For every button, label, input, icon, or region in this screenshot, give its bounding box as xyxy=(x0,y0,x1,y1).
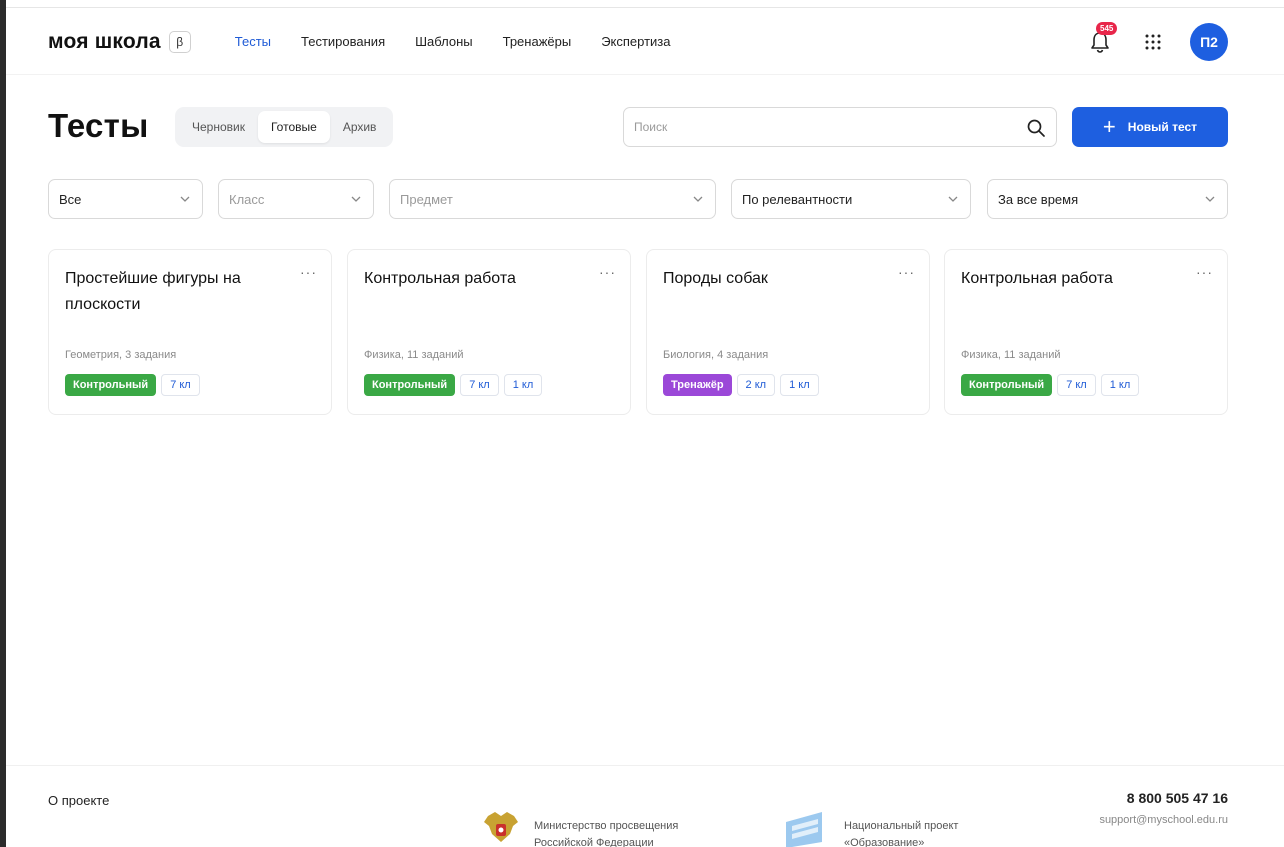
apps-grid-icon xyxy=(1145,34,1161,50)
test-card[interactable]: Простейшие фигуры на плоскости ··· Геоме… xyxy=(48,249,332,415)
ministry-line-2: Российской Федерации xyxy=(534,837,654,847)
card-tags: Тренажёр 2 кл 1 кл xyxy=(663,374,819,396)
national-project-line-1: Национальный проект xyxy=(844,820,959,832)
filters-row: Все Класс Предмет По релевантности За вс… xyxy=(48,179,1228,219)
logo[interactable]: моя школа β xyxy=(48,30,191,54)
type-tag: Контрольный xyxy=(65,374,157,396)
support-email[interactable]: support@myschool.edu.ru xyxy=(1099,814,1228,826)
coat-of-arms-icon xyxy=(484,812,518,842)
type-tag: Тренажёр xyxy=(663,374,732,396)
notifications-count-badge: 545 xyxy=(1096,22,1118,35)
logo-text: моя школа xyxy=(48,29,161,53)
national-project-line-2: «Образование» xyxy=(844,837,925,847)
user-avatar[interactable]: П2 xyxy=(1190,23,1228,61)
filter-sort-select[interactable]: По релевантности xyxy=(731,179,971,219)
beta-badge: β xyxy=(168,30,191,53)
card-tags: Контрольный 7 кл xyxy=(65,374,200,396)
nav-item-templates[interactable]: Шаблоны xyxy=(415,34,473,49)
card-title: Контрольная работа xyxy=(364,270,516,287)
filter-subject-select[interactable]: Предмет xyxy=(389,179,716,219)
test-card[interactable]: Контрольная работа ··· Физика, 11 задани… xyxy=(944,249,1228,415)
filter-period-select[interactable]: За все время xyxy=(987,179,1228,219)
app-root: моя школа β Тесты Тестирования Шаблоны Т… xyxy=(6,9,1284,847)
ministry-partner[interactable]: Министерство просвещения Российской Феде… xyxy=(480,808,678,847)
nav-item-testings[interactable]: Тестирования xyxy=(301,34,385,49)
filter-period-value: За все время xyxy=(998,191,1079,207)
more-options-icon[interactable]: ··· xyxy=(300,264,317,280)
grade-tag: 7 кл xyxy=(460,374,499,396)
new-test-label: Новый тест xyxy=(1127,120,1198,134)
grade-tag: 1 кл xyxy=(1100,374,1140,396)
nav-item-expertise[interactable]: Экспертиза xyxy=(601,34,670,49)
filter-scope-value: Все xyxy=(59,191,82,207)
card-tags: Контрольный 7 кл 1 кл xyxy=(961,374,1140,396)
ministry-line-1: Министерство просвещения xyxy=(534,820,679,832)
page-title: Тесты xyxy=(48,107,149,144)
nav-item-trainers[interactable]: Тренажёры xyxy=(503,34,572,49)
national-project-logo-icon xyxy=(786,812,822,847)
grade-tag: 1 кл xyxy=(503,374,543,396)
search-box xyxy=(623,107,1057,147)
search-icon[interactable] xyxy=(1026,118,1046,138)
chevron-down-icon xyxy=(693,196,703,202)
card-tags: Контрольный 7 кл 1 кл xyxy=(364,374,543,396)
card-title: Контрольная работа xyxy=(961,270,1113,287)
chevron-down-icon xyxy=(948,196,958,202)
more-options-icon[interactable]: ··· xyxy=(898,264,915,280)
type-tag: Контрольный xyxy=(961,374,1053,396)
new-test-button[interactable]: + Новый тест xyxy=(1072,107,1228,147)
test-card[interactable]: Контрольная работа ··· Физика, 11 задани… xyxy=(347,249,631,415)
chevron-down-icon xyxy=(351,196,361,202)
more-options-icon[interactable]: ··· xyxy=(599,264,616,280)
tab-archive[interactable]: Архив xyxy=(330,111,390,143)
top-header: моя школа β Тесты Тестирования Шаблоны Т… xyxy=(6,9,1284,75)
nav-item-tests[interactable]: Тесты xyxy=(235,34,271,49)
status-tabs: Черновик Готовые Архив xyxy=(175,107,394,147)
national-project-partner[interactable]: Национальный проект «Образование» xyxy=(778,808,958,847)
plus-icon: + xyxy=(1102,114,1116,139)
filter-sort-value: По релевантности xyxy=(742,191,853,207)
grade-tag: 7 кл xyxy=(1057,374,1096,396)
grade-tag: 2 кл xyxy=(736,374,776,396)
card-title: Простейшие фигуры на плоскости xyxy=(65,270,241,313)
window-frame-top xyxy=(6,0,1284,8)
card-meta: Физика, 11 заданий xyxy=(364,349,464,361)
grade-tag: 1 кл xyxy=(780,374,819,396)
notifications-button[interactable]: 545 xyxy=(1086,22,1118,56)
about-link[interactable]: О проекте xyxy=(48,793,109,808)
filter-grade-select[interactable]: Класс xyxy=(218,179,374,219)
title-row: Тесты Черновик Готовые Архив + Новый тес… xyxy=(48,105,1228,149)
card-meta: Биология, 4 задания xyxy=(663,349,769,361)
chevron-down-icon xyxy=(1205,196,1215,202)
filter-subject-placeholder: Предмет xyxy=(400,191,453,207)
test-cards-grid: Простейшие фигуры на плоскости ··· Геоме… xyxy=(48,249,1228,415)
filter-grade-placeholder: Класс xyxy=(229,191,265,207)
header-actions: 545 П2 xyxy=(1086,9,1228,75)
card-title: Породы собак xyxy=(663,270,768,287)
support-phone[interactable]: 8 800 505 47 16 xyxy=(1127,790,1228,806)
tab-draft[interactable]: Черновик xyxy=(179,111,258,143)
card-meta: Геометрия, 3 задания xyxy=(65,349,177,361)
national-project-name: Национальный проект «Образование» xyxy=(844,818,958,847)
grade-tag: 7 кл xyxy=(161,374,200,396)
more-options-icon[interactable]: ··· xyxy=(1196,264,1213,280)
tab-ready[interactable]: Готовые xyxy=(257,111,330,143)
type-tag: Контрольный xyxy=(364,374,456,396)
apps-grid-button[interactable] xyxy=(1142,31,1164,53)
filter-scope-select[interactable]: Все xyxy=(48,179,203,219)
footer: О проекте 8 800 505 47 16 support@myscho… xyxy=(6,765,1284,847)
ministry-name: Министерство просвещения Российской Феде… xyxy=(534,818,678,847)
test-card[interactable]: Породы собак ··· Биология, 4 задания Тре… xyxy=(646,249,930,415)
chevron-down-icon xyxy=(180,196,190,202)
main-nav: Тесты Тестирования Шаблоны Тренажёры Экс… xyxy=(235,34,701,49)
card-meta: Физика, 11 заданий xyxy=(961,349,1061,361)
search-input[interactable] xyxy=(634,120,1014,134)
